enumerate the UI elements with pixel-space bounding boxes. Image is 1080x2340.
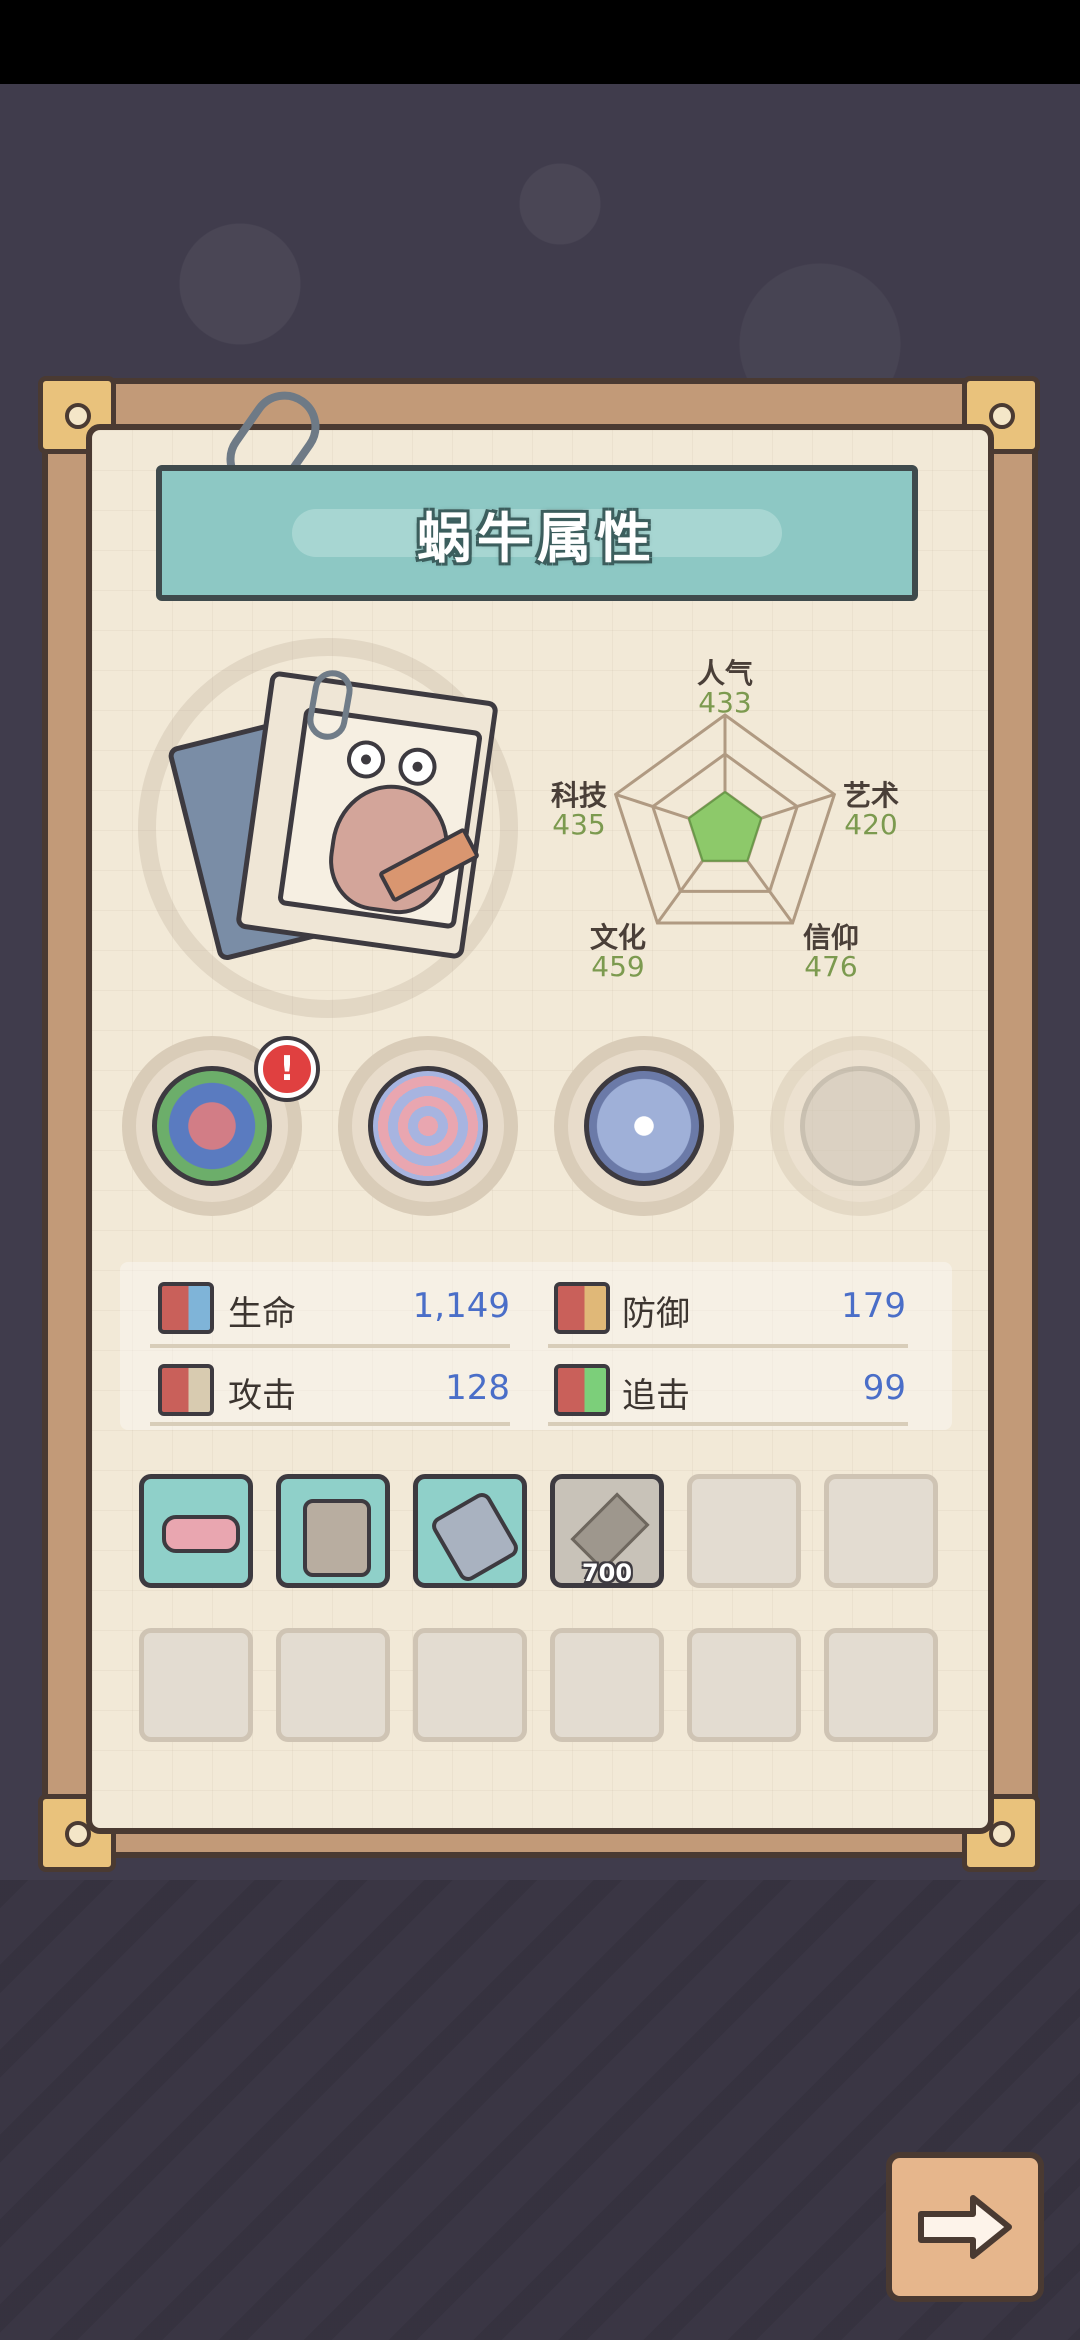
equip-slot-empty[interactable]: [139, 1628, 253, 1742]
radar-value-popularity: 433: [698, 686, 752, 719]
attribute-radar: 人气 433 艺术 420 信仰 476 文化 459 科技 435: [551, 640, 1000, 1000]
relic-shell[interactable]: [338, 1036, 518, 1216]
stat-divider: [150, 1422, 510, 1426]
defense-icon: [554, 1282, 610, 1334]
radar-value-tech: 435: [552, 808, 606, 841]
chain-icon: [800, 1066, 920, 1186]
radar-value-art: 420: [844, 808, 898, 841]
next-button[interactable]: [886, 2152, 1044, 2302]
title-banner: 蜗牛属性: [156, 465, 918, 601]
radar-value-faith: 476: [804, 950, 858, 983]
stat-label-pursuit: 追击: [622, 1376, 690, 1416]
equip-slot-empty[interactable]: [687, 1474, 801, 1588]
dna-icon: [152, 1066, 272, 1186]
alert-badge: !: [258, 1040, 316, 1098]
stat-divider: [548, 1344, 908, 1348]
hp-icon: [158, 1282, 214, 1334]
shell-icon: [368, 1066, 488, 1186]
compass-icon: [584, 1066, 704, 1186]
equip-slot-empty[interactable]: [687, 1628, 801, 1742]
stat-divider: [150, 1344, 510, 1348]
relic-compass[interactable]: [554, 1036, 734, 1216]
snail-portrait[interactable]: [276, 706, 484, 930]
stat-value-defense: 179: [841, 1286, 906, 1326]
equip-slot-empty[interactable]: [824, 1474, 938, 1588]
slot-unlock-cost: 700: [581, 1559, 633, 1587]
pursuit-icon: [554, 1364, 610, 1416]
page-title: 蜗牛属性: [292, 507, 782, 570]
equip-slot-empty[interactable]: [413, 1628, 527, 1742]
heart-glasses-icon: [162, 1515, 240, 1553]
stat-label-defense: 防御: [622, 1294, 690, 1334]
equip-slot-sunglasses[interactable]: [139, 1474, 253, 1588]
equip-slot-locked[interactable]: 700: [550, 1474, 664, 1588]
relic-locked[interactable]: [770, 1036, 950, 1216]
stat-label-hp: 生命: [228, 1294, 296, 1334]
stat-label-attack: 攻击: [228, 1376, 296, 1416]
arrow-right-icon: [918, 2195, 1012, 2259]
snail-eye-right: [396, 745, 439, 789]
snail-eye-left: [344, 738, 388, 781]
stat-value-pursuit: 99: [862, 1368, 906, 1408]
radar-fill: [687, 790, 763, 862]
equip-slot-empty[interactable]: [550, 1628, 664, 1742]
radar-value-culture: 459: [591, 950, 645, 983]
equip-slot-empty[interactable]: [824, 1628, 938, 1742]
stat-value-hp: 1,149: [412, 1286, 510, 1326]
status-bar: [0, 0, 1080, 84]
attack-icon: [158, 1364, 214, 1416]
equip-slot-stump[interactable]: [276, 1474, 390, 1588]
gauntlet-icon: [428, 1489, 522, 1585]
stump-icon: [303, 1499, 371, 1577]
equip-slot-empty[interactable]: [276, 1628, 390, 1742]
equip-slot-gauntlet[interactable]: [413, 1474, 527, 1588]
stat-value-attack: 128: [445, 1368, 510, 1408]
stat-divider: [548, 1422, 908, 1426]
